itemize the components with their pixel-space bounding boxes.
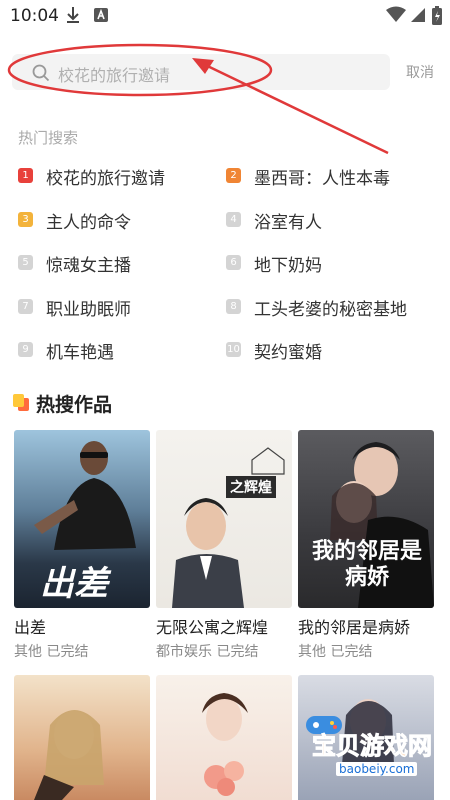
rank-badge: 4 xyxy=(226,211,241,227)
book-cover-partial[interactable] xyxy=(14,675,150,800)
cover-art xyxy=(172,447,285,608)
signal-icon xyxy=(410,6,426,28)
hot-search-text: 机车艳遇 xyxy=(46,343,114,363)
rank-badge: 9 xyxy=(18,342,33,357)
book-cover-partial[interactable] xyxy=(156,675,292,800)
cover-art xyxy=(34,710,104,800)
search-icon xyxy=(32,64,50,86)
status-bar: 10:04 xyxy=(0,0,450,32)
book-card[interactable]: 我的邻居是病娇 我的邻居是病娇 其他 已完结 xyxy=(298,430,434,662)
book-title: 无限公寓之辉煌 xyxy=(156,618,269,637)
wifi-icon xyxy=(386,6,406,28)
hot-search-text: 职业助眠师 xyxy=(46,299,131,320)
watermark-url: baobeiy.com xyxy=(336,762,418,776)
rank-badge: 10 xyxy=(226,342,241,357)
cover-title-text: 之辉煌 xyxy=(226,476,276,498)
rank-badge: 5 xyxy=(18,255,33,270)
search-placeholder: 校花的旅行邀请 xyxy=(58,66,171,85)
book-cover[interactable]: 之辉煌 xyxy=(156,430,292,608)
book-title: 出差 xyxy=(14,618,47,637)
hot-works-title: 热搜作品 xyxy=(36,394,113,416)
book-cover[interactable]: 出差 xyxy=(14,430,150,608)
rank-badge: 2 xyxy=(226,168,241,183)
hot-search-item[interactable]: 10 契约蜜婚 xyxy=(226,334,436,364)
book-cover[interactable]: 我的邻居是病娇 xyxy=(298,430,434,608)
rank-badge: 3 xyxy=(18,211,33,227)
hot-search-text: 惊魂女主播 xyxy=(46,256,131,276)
hot-search-item[interactable]: 8 工头老婆的秘密基地 xyxy=(226,291,436,321)
hot-search-item[interactable]: 7 职业助眠师 xyxy=(18,291,228,321)
cover-title-text: 我的邻居是病娇 xyxy=(312,538,423,590)
hot-search-item[interactable]: 2 墨西哥：人性本毒 xyxy=(226,160,436,190)
hot-search-item[interactable]: 6 地下奶妈 xyxy=(226,247,436,277)
search-row: 校花的旅行邀请 取消 xyxy=(0,48,450,94)
rank-badge: 7 xyxy=(18,298,33,314)
book-title: 我的邻居是病娇 xyxy=(298,618,411,637)
hot-search-text: 浴室有人 xyxy=(254,212,322,233)
hot-search-item[interactable]: 4 浴室有人 xyxy=(226,204,436,234)
a-icon xyxy=(93,6,109,28)
book-meta: 其他 已完结 xyxy=(14,644,89,660)
battery-icon xyxy=(432,6,442,30)
hot-search-item[interactable]: 5 惊魂女主播 xyxy=(18,247,228,277)
rank-badge: 8 xyxy=(226,298,241,314)
cover-title-text: 出差 xyxy=(40,564,108,604)
book-meta: 都市娱乐 已完结 xyxy=(156,644,259,660)
rank-badge: 6 xyxy=(226,255,241,270)
hot-search-item[interactable]: 1 校花的旅行邀请 xyxy=(18,160,228,190)
download-icon xyxy=(66,6,80,28)
rank-badge: 1 xyxy=(18,168,33,183)
hot-search-text: 墨西哥：人性本毒 xyxy=(254,169,390,189)
book-card[interactable]: 出差 出差 其他 已完结 xyxy=(14,430,150,662)
hot-search-item[interactable]: 9 机车艳遇 xyxy=(18,334,228,364)
book-meta: 其他 已完结 xyxy=(298,644,373,660)
hot-search-item[interactable]: 3 主人的命令 xyxy=(18,204,228,234)
watermark-text: 宝贝游戏网 xyxy=(312,732,433,761)
status-time: 10:04 xyxy=(10,6,59,26)
hot-search-text: 地下奶妈 xyxy=(254,256,322,276)
book-card[interactable]: 之辉煌 无限公寓之辉煌 都市娱乐 已完结 xyxy=(156,430,292,662)
hot-search-text: 主人的命令 xyxy=(46,212,131,233)
cover-art xyxy=(202,693,248,796)
search-input[interactable]: 校花的旅行邀请 xyxy=(12,54,390,90)
hot-search-text: 契约蜜婚 xyxy=(254,343,322,363)
hot-search-text: 工头老婆的秘密基地 xyxy=(254,299,407,320)
watermark-logo: 宝贝游戏网 baobeiy.com xyxy=(300,710,450,800)
cancel-button[interactable]: 取消 xyxy=(406,62,434,82)
hot-search-text: 校花的旅行邀请 xyxy=(46,169,165,189)
hot-works-icon xyxy=(12,392,30,416)
hot-search-label: 热门搜索 xyxy=(18,129,79,147)
